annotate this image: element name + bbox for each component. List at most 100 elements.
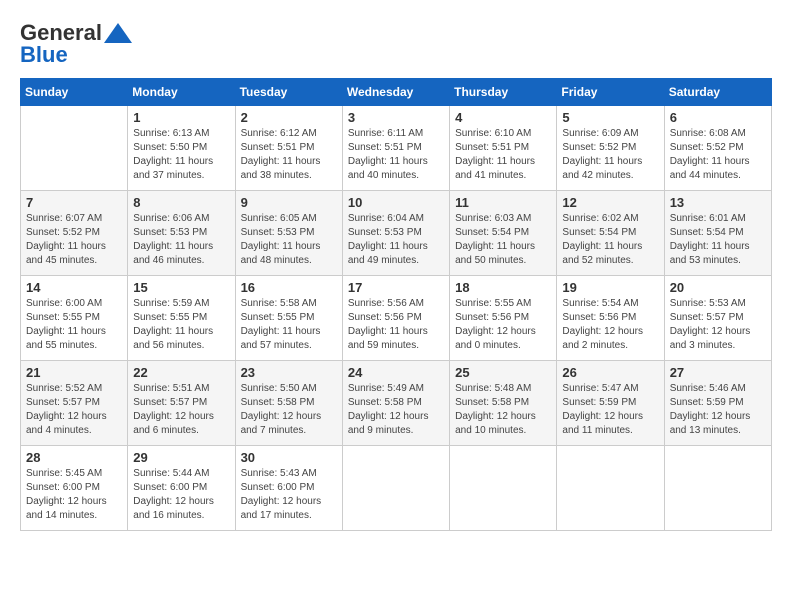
calendar-cell: 7 Sunrise: 6:07 AMSunset: 5:52 PMDaylight… — [21, 191, 128, 276]
day-number: 24 — [348, 365, 444, 380]
day-info: Sunrise: 6:07 AMSunset: 5:52 PMDaylight:… — [26, 212, 122, 268]
calendar-cell — [450, 446, 557, 531]
day-number: 17 — [348, 280, 444, 295]
calendar-week-row: 28 Sunrise: 5:45 AMSunset: 6:00 PMDayligh… — [21, 446, 772, 531]
calendar-cell — [664, 446, 771, 531]
day-number: 26 — [562, 365, 658, 380]
day-number: 2 — [241, 110, 337, 125]
day-info: Sunrise: 5:51 AMSunset: 5:57 PMDaylight:… — [133, 382, 229, 438]
calendar-cell: 29 Sunrise: 5:44 AMSunset: 6:00 PMDayligh… — [128, 446, 235, 531]
day-info: Sunrise: 6:13 AMSunset: 5:50 PMDaylight:… — [133, 127, 229, 183]
day-info: Sunrise: 6:09 AMSunset: 5:52 PMDaylight:… — [562, 127, 658, 183]
calendar-cell: 3Sunrise: 6:11 AMSunset: 5:51 PMDaylight… — [342, 106, 449, 191]
day-info: Sunrise: 5:46 AMSunset: 5:59 PMDaylight:… — [670, 382, 766, 438]
day-number: 6 — [670, 110, 766, 125]
day-number: 13 — [670, 195, 766, 210]
day-number: 8 — [133, 195, 229, 210]
day-number: 19 — [562, 280, 658, 295]
day-number: 14 — [26, 280, 122, 295]
calendar-cell: 24 Sunrise: 5:49 AMSunset: 5:58 PMDayligh… — [342, 361, 449, 446]
day-info: Sunrise: 5:48 AMSunset: 5:58 PMDaylight:… — [455, 382, 551, 438]
calendar-cell: 11 Sunrise: 6:03 AMSunset: 5:54 PMDayligh… — [450, 191, 557, 276]
weekday-header: Tuesday — [235, 79, 342, 106]
calendar-cell: 16 Sunrise: 5:58 AMSunset: 5:55 PMDayligh… — [235, 276, 342, 361]
day-number: 21 — [26, 365, 122, 380]
day-info: Sunrise: 5:52 AMSunset: 5:57 PMDaylight:… — [26, 382, 122, 438]
day-info: Sunrise: 6:01 AMSunset: 5:54 PMDaylight:… — [670, 212, 766, 268]
day-info: Sunrise: 6:08 AMSunset: 5:52 PMDaylight:… — [670, 127, 766, 183]
day-number: 18 — [455, 280, 551, 295]
day-number: 7 — [26, 195, 122, 210]
logo-blue: Blue — [20, 42, 68, 68]
day-info: Sunrise: 5:54 AMSunset: 5:56 PMDaylight:… — [562, 297, 658, 353]
day-number: 27 — [670, 365, 766, 380]
weekday-header: Saturday — [664, 79, 771, 106]
calendar-cell: 23 Sunrise: 5:50 AMSunset: 5:58 PMDayligh… — [235, 361, 342, 446]
day-info: Sunrise: 6:04 AMSunset: 5:53 PMDaylight:… — [348, 212, 444, 268]
page-header: General Blue — [20, 20, 772, 68]
day-number: 28 — [26, 450, 122, 465]
day-info: Sunrise: 5:49 AMSunset: 5:58 PMDaylight:… — [348, 382, 444, 438]
day-info: Sunrise: 5:56 AMSunset: 5:56 PMDaylight:… — [348, 297, 444, 353]
day-info: Sunrise: 5:55 AMSunset: 5:56 PMDaylight:… — [455, 297, 551, 353]
day-number: 29 — [133, 450, 229, 465]
calendar-cell — [342, 446, 449, 531]
calendar-cell: 26Sunrise: 5:47 AMSunset: 5:59 PMDayligh… — [557, 361, 664, 446]
day-info: Sunrise: 5:44 AMSunset: 6:00 PMDaylight:… — [133, 467, 229, 523]
day-info: Sunrise: 6:12 AMSunset: 5:51 PMDaylight:… — [241, 127, 337, 183]
day-info: Sunrise: 6:05 AMSunset: 5:53 PMDaylight:… — [241, 212, 337, 268]
day-number: 5 — [562, 110, 658, 125]
calendar-cell: 18 Sunrise: 5:55 AMSunset: 5:56 PMDayligh… — [450, 276, 557, 361]
day-number: 3 — [348, 110, 444, 125]
day-info: Sunrise: 5:45 AMSunset: 6:00 PMDaylight:… — [26, 467, 122, 523]
calendar-cell: 8Sunrise: 6:06 AMSunset: 5:53 PMDaylight… — [128, 191, 235, 276]
day-number: 20 — [670, 280, 766, 295]
calendar-cell: 14 Sunrise: 6:00 AMSunset: 5:55 PMDayligh… — [21, 276, 128, 361]
day-info: Sunrise: 5:43 AMSunset: 6:00 PMDaylight:… — [241, 467, 337, 523]
day-number: 22 — [133, 365, 229, 380]
calendar-cell: 19 Sunrise: 5:54 AMSunset: 5:56 PMDayligh… — [557, 276, 664, 361]
calendar-week-row: 1 Sunrise: 6:13 AMSunset: 5:50 PMDaylight… — [21, 106, 772, 191]
calendar-cell: 17 Sunrise: 5:56 AMSunset: 5:56 PMDayligh… — [342, 276, 449, 361]
calendar-cell: 5 Sunrise: 6:09 AMSunset: 5:52 PMDaylight… — [557, 106, 664, 191]
calendar-week-row: 21 Sunrise: 5:52 AMSunset: 5:57 PMDayligh… — [21, 361, 772, 446]
day-number: 1 — [133, 110, 229, 125]
day-info: Sunrise: 5:50 AMSunset: 5:58 PMDaylight:… — [241, 382, 337, 438]
day-number: 25 — [455, 365, 551, 380]
calendar-cell: 4Sunrise: 6:10 AMSunset: 5:51 PMDaylight… — [450, 106, 557, 191]
calendar-week-row: 14 Sunrise: 6:00 AMSunset: 5:55 PMDayligh… — [21, 276, 772, 361]
calendar-cell — [557, 446, 664, 531]
calendar-cell: 30 Sunrise: 5:43 AMSunset: 6:00 PMDayligh… — [235, 446, 342, 531]
calendar-cell: 10 Sunrise: 6:04 AMSunset: 5:53 PMDayligh… — [342, 191, 449, 276]
day-info: Sunrise: 6:03 AMSunset: 5:54 PMDaylight:… — [455, 212, 551, 268]
day-number: 16 — [241, 280, 337, 295]
calendar-cell: 27 Sunrise: 5:46 AMSunset: 5:59 PMDayligh… — [664, 361, 771, 446]
weekday-header: Wednesday — [342, 79, 449, 106]
calendar-header-row: SundayMondayTuesdayWednesdayThursdayFrid… — [21, 79, 772, 106]
day-number: 15 — [133, 280, 229, 295]
day-info: Sunrise: 6:02 AMSunset: 5:54 PMDaylight:… — [562, 212, 658, 268]
logo: General Blue — [20, 20, 132, 68]
calendar-cell: 13 Sunrise: 6:01 AMSunset: 5:54 PMDayligh… — [664, 191, 771, 276]
calendar-cell: 20Sunrise: 5:53 AMSunset: 5:57 PMDayligh… — [664, 276, 771, 361]
logo-icon — [104, 23, 132, 43]
calendar-week-row: 7 Sunrise: 6:07 AMSunset: 5:52 PMDaylight… — [21, 191, 772, 276]
weekday-header: Thursday — [450, 79, 557, 106]
day-info: Sunrise: 6:00 AMSunset: 5:55 PMDaylight:… — [26, 297, 122, 353]
calendar-cell: 9 Sunrise: 6:05 AMSunset: 5:53 PMDaylight… — [235, 191, 342, 276]
day-number: 23 — [241, 365, 337, 380]
calendar-cell: 28 Sunrise: 5:45 AMSunset: 6:00 PMDayligh… — [21, 446, 128, 531]
calendar-cell: 15Sunrise: 5:59 AMSunset: 5:55 PMDayligh… — [128, 276, 235, 361]
calendar-cell: 2 Sunrise: 6:12 AMSunset: 5:51 PMDaylight… — [235, 106, 342, 191]
weekday-header: Friday — [557, 79, 664, 106]
calendar-cell: 6 Sunrise: 6:08 AMSunset: 5:52 PMDaylight… — [664, 106, 771, 191]
day-number: 9 — [241, 195, 337, 210]
calendar-cell: 21 Sunrise: 5:52 AMSunset: 5:57 PMDayligh… — [21, 361, 128, 446]
day-number: 30 — [241, 450, 337, 465]
weekday-header: Sunday — [21, 79, 128, 106]
day-info: Sunrise: 5:58 AMSunset: 5:55 PMDaylight:… — [241, 297, 337, 353]
calendar-cell: 12Sunrise: 6:02 AMSunset: 5:54 PMDayligh… — [557, 191, 664, 276]
day-number: 11 — [455, 195, 551, 210]
day-number: 10 — [348, 195, 444, 210]
calendar-cell: 25 Sunrise: 5:48 AMSunset: 5:58 PMDayligh… — [450, 361, 557, 446]
